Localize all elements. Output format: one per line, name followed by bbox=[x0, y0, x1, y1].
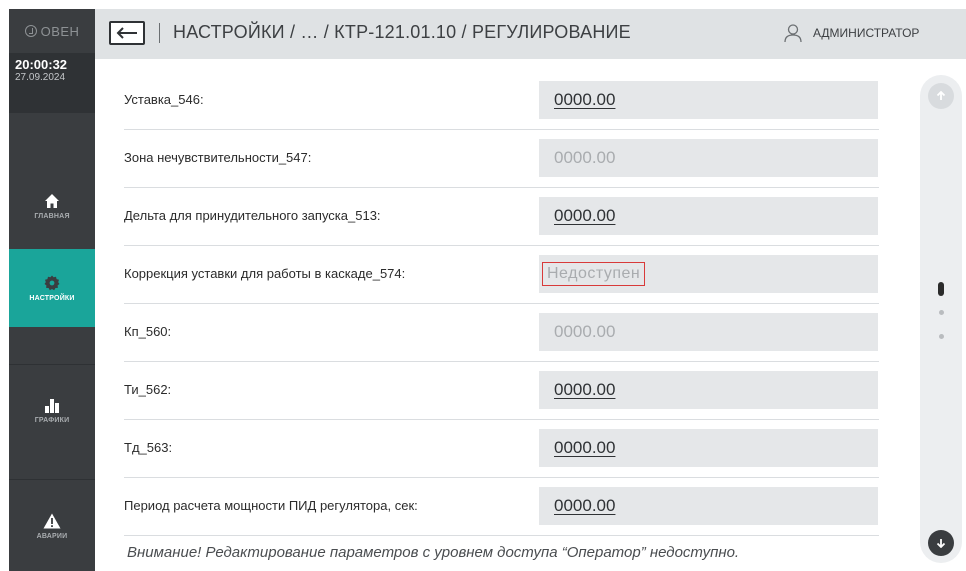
scroll-up-button[interactable] bbox=[928, 83, 954, 109]
header-bar: НАСТРОЙКИ / … / КТР-121.01.10 / РЕГУЛИРО… bbox=[95, 9, 966, 59]
row-divider bbox=[124, 303, 879, 304]
row-divider bbox=[124, 535, 879, 536]
logo-text: ОВЕН bbox=[40, 23, 80, 39]
nav-item-home[interactable]: ГЛАВНАЯ bbox=[9, 167, 95, 245]
brand-logo: ОВЕН bbox=[9, 9, 95, 53]
setting-label: Кп_560: bbox=[124, 324, 172, 339]
arrow-up-icon bbox=[936, 91, 946, 100]
scrollbar-track[interactable] bbox=[920, 75, 962, 563]
row-divider bbox=[124, 419, 879, 420]
setting-value-field: 0000.00 bbox=[539, 313, 878, 351]
sidebar: ОВЕН 20:00:32 27.09.2024 ГЛАВНАЯ НАСТРОЙ… bbox=[9, 9, 95, 571]
setting-label: Тд_563: bbox=[124, 440, 173, 455]
setting-value-field: Недоступен bbox=[539, 255, 878, 293]
row-divider bbox=[124, 129, 879, 130]
setting-label: Зона нечувствительности_547: bbox=[124, 150, 312, 165]
setting-row: Дельта для принудительного запуска_513: … bbox=[124, 196, 879, 254]
setting-value-field[interactable]: 0000.00 bbox=[539, 429, 878, 467]
nav-item-alarms-label: АВАРИИ bbox=[36, 532, 68, 540]
setting-row: Коррекция уставки для работы в каскаде_5… bbox=[124, 254, 879, 312]
header-separator bbox=[159, 23, 160, 43]
back-button[interactable] bbox=[109, 21, 145, 45]
setting-label: Период расчета мощности ПИД регулятора, … bbox=[124, 498, 418, 513]
setting-row: Тд_563: 0000.00 bbox=[124, 428, 879, 486]
user-icon bbox=[784, 24, 802, 43]
scroll-down-button[interactable] bbox=[928, 530, 954, 556]
setting-row: Ти_562: 0000.00 bbox=[124, 370, 879, 428]
page-indicator[interactable] bbox=[939, 334, 944, 339]
arrow-down-icon bbox=[936, 539, 946, 548]
bar-chart-icon bbox=[45, 398, 59, 413]
setting-value-field[interactable]: 0000.00 bbox=[539, 487, 878, 525]
setting-label: Коррекция уставки для работы в каскаде_5… bbox=[124, 266, 406, 281]
setting-row: Период расчета мощности ПИД регулятора, … bbox=[124, 486, 879, 544]
setting-row: Уставка_546: 0000.00 bbox=[124, 80, 879, 138]
settings-list: Уставка_546: 0000.00 Зона нечувствительн… bbox=[124, 80, 879, 544]
setting-label: Ти_562: bbox=[124, 382, 172, 397]
setting-label: Уставка_546: bbox=[124, 92, 204, 107]
nav-item-alarms[interactable]: АВАРИИ bbox=[9, 487, 95, 565]
access-warning-text: Внимание! Редактирование параметров с ур… bbox=[127, 544, 740, 561]
nav-item-graphs-label: ГРАФИКИ bbox=[34, 416, 70, 424]
nav-item-settings-label: НАСТРОЙКИ bbox=[29, 294, 75, 302]
user-name: АДМИНИСТРАТОР bbox=[813, 26, 920, 40]
setting-value-field[interactable]: 0000.00 bbox=[539, 197, 878, 235]
nav-item-settings[interactable]: НАСТРОЙКИ bbox=[9, 249, 95, 327]
setting-row: Зона нечувствительности_547: 0000.00 bbox=[124, 138, 879, 196]
page-indicator[interactable] bbox=[939, 310, 944, 315]
arrow-left-icon bbox=[116, 27, 137, 39]
row-divider bbox=[124, 187, 879, 188]
warning-icon bbox=[43, 513, 61, 528]
clock-time: 20:00:32 bbox=[15, 57, 68, 72]
nav-item-home-label: ГЛАВНАЯ bbox=[34, 212, 70, 220]
clock-date: 27.09.2024 bbox=[15, 72, 66, 83]
setting-value-field[interactable]: 0000.00 bbox=[539, 81, 878, 119]
setting-value-field: 0000.00 bbox=[539, 139, 878, 177]
row-divider bbox=[124, 245, 879, 246]
row-divider bbox=[124, 477, 879, 478]
nav-item-graphs[interactable]: ГРАФИКИ bbox=[9, 371, 95, 449]
breadcrumb: НАСТРОЙКИ / … / КТР-121.01.10 / РЕГУЛИРО… bbox=[173, 22, 631, 42]
row-divider bbox=[124, 361, 879, 362]
setting-row: Кп_560: 0000.00 bbox=[124, 312, 879, 370]
unavailable-badge: Недоступен bbox=[542, 262, 646, 286]
logo-icon bbox=[24, 25, 37, 37]
gear-icon bbox=[44, 275, 60, 290]
nav-divider bbox=[9, 364, 95, 365]
home-icon bbox=[45, 193, 59, 208]
setting-label: Дельта для принудительного запуска_513: bbox=[124, 208, 381, 223]
clock: 20:00:32 27.09.2024 bbox=[9, 53, 95, 113]
user-menu[interactable]: АДМИНИСТРАТОР bbox=[783, 23, 919, 43]
nav-divider bbox=[9, 479, 95, 480]
setting-value-field[interactable]: 0000.00 bbox=[539, 371, 878, 409]
page-indicator-active[interactable] bbox=[938, 282, 944, 296]
